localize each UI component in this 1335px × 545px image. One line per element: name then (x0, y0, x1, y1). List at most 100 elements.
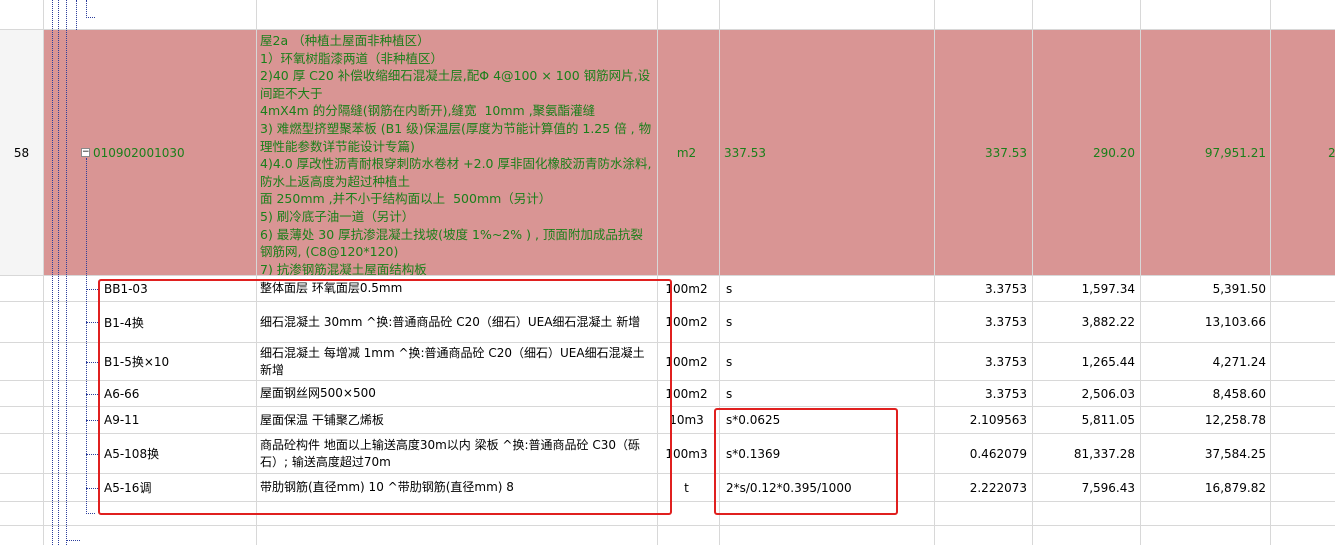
table-row-bottom-partial[interactable] (0, 526, 1335, 545)
price-cell[interactable]: 290.20 (1033, 30, 1141, 275)
last-cell (1271, 0, 1335, 29)
name-cell[interactable]: 带肋钢筋(直径mm) 10 ^带肋钢筋(直径mm) 8 (257, 474, 658, 501)
name-cell (257, 526, 658, 545)
unit-cell[interactable]: 100m2 (658, 276, 720, 301)
price-cell[interactable]: 1,597.34 (1033, 276, 1141, 301)
name-cell[interactable]: 整体面层 环氧面层0.5mm (257, 276, 658, 301)
quantity-cell[interactable]: 2.109563 (935, 407, 1033, 433)
price-cell[interactable]: 7,596.43 (1033, 474, 1141, 501)
item-name: 带肋钢筋(直径mm) 10 ^带肋钢筋(直径mm) 8 (260, 480, 514, 494)
table-row-parent[interactable]: 58 − 010902001030 屋2a （种植土屋面非种植区） 1）环氧树脂… (0, 30, 1335, 276)
row-index-cell (0, 474, 44, 501)
table-row[interactable]: A6-66 屋面钢丝网500×500 100m2 s 3.3753 2,506.… (0, 381, 1335, 407)
tree-cell: A6-66 (44, 381, 257, 406)
tree-cell[interactable]: − 010902001030 (44, 30, 257, 275)
expression-cell[interactable]: s (720, 276, 935, 301)
name-cell[interactable]: 商品砼构件 地面以上输送高度30m以内 梁板 ^换:普通商品砼 C30（砾石）;… (257, 434, 658, 473)
row-index-cell (0, 526, 44, 545)
item-code: A6-66 (104, 386, 140, 401)
tree-cell: B1-5换×10 (44, 343, 257, 380)
total-cell[interactable]: 37,584.25 (1141, 434, 1271, 473)
total-cell[interactable]: 16,879.82 (1141, 474, 1271, 501)
item-name: 整体面层 环氧面层0.5mm (260, 281, 403, 295)
item-code: B1-4换 (104, 315, 144, 330)
total-cell[interactable]: 5,391.50 (1141, 276, 1271, 301)
last-cell (1271, 381, 1335, 406)
description-cell[interactable]: 屋2a （种植土屋面非种植区） 1）环氧树脂漆两道（非种植区） 2)40 厚 C… (257, 30, 658, 275)
last-cell (1271, 302, 1335, 342)
row-index-cell (0, 302, 44, 342)
last-cell (1271, 434, 1335, 473)
expression-cell (720, 0, 935, 29)
unit-cell[interactable]: 100m3 (658, 434, 720, 473)
unit-cell[interactable]: 100m2 (658, 302, 720, 342)
quantity-cell[interactable]: 3.3753 (935, 302, 1033, 342)
item-code: BB1-03 (104, 281, 148, 296)
name-cell[interactable]: 屋面钢丝网500×500 (257, 381, 658, 406)
quantity-cell[interactable]: 337.53 (935, 30, 1033, 275)
quantity-cell (935, 526, 1033, 545)
table-row[interactable]: A9-11 屋面保温 干铺聚乙烯板 10m3 s*0.0625 2.109563… (0, 407, 1335, 434)
name-cell[interactable]: 细石混凝土 每增减 1mm ^换:普通商品砼 C20（细石）UEA细石混凝土 新… (257, 343, 658, 380)
name-cell[interactable]: 细石混凝土 30mm ^换:普通商品砼 C20（细石）UEA细石混凝土 新增 (257, 302, 658, 342)
total-cell (1141, 502, 1271, 525)
unit-cell[interactable]: m2 (658, 30, 720, 275)
table-row[interactable]: B1-5换×10 细石混凝土 每增减 1mm ^换:普通商品砼 C20（细石）U… (0, 343, 1335, 381)
table-row-empty[interactable] (0, 502, 1335, 526)
expression-cell[interactable]: s*0.1369 (720, 434, 935, 473)
expression-cell[interactable]: s (720, 302, 935, 342)
expression-cell[interactable]: s (720, 381, 935, 406)
table-row[interactable]: A5-108换 商品砼构件 地面以上输送高度30m以内 梁板 ^换:普通商品砼 … (0, 434, 1335, 474)
row-index-cell (0, 343, 44, 380)
expression-cell[interactable]: s*0.0625 (720, 407, 935, 433)
tree-cell: A5-16调 (44, 474, 257, 501)
total-cell[interactable]: 13,103.66 (1141, 302, 1271, 342)
table-row[interactable]: B1-4换 细石混凝土 30mm ^换:普通商品砼 C20（细石）UEA细石混凝… (0, 302, 1335, 343)
name-cell[interactable]: 屋面保温 干铺聚乙烯板 (257, 407, 658, 433)
tree-connector (76, 0, 77, 30)
last-cell (1271, 407, 1335, 433)
unit-cell[interactable]: 100m2 (658, 343, 720, 380)
item-code: B1-5换×10 (104, 355, 170, 369)
last-cell (1271, 474, 1335, 501)
quantity-cell[interactable]: 3.3753 (935, 381, 1033, 406)
total-cell[interactable]: 12,258.78 (1141, 407, 1271, 433)
price-cell[interactable]: 5,811.05 (1033, 407, 1141, 433)
quantity-cell[interactable]: 2.222073 (935, 474, 1033, 501)
tree-connector (86, 488, 100, 489)
quantity-cell[interactable]: 3.3753 (935, 343, 1033, 380)
total-cell[interactable]: 8,458.60 (1141, 381, 1271, 406)
name-cell (257, 0, 658, 29)
last-cell (1271, 276, 1335, 301)
collapse-icon[interactable]: − (81, 148, 90, 157)
tree-cell: B1-4换 (44, 302, 257, 342)
tree-cell: A5-108换 (44, 434, 257, 473)
tree-connector (86, 513, 95, 514)
table-row-top-partial[interactable] (0, 0, 1335, 30)
total-cell (1141, 526, 1271, 545)
quota-grid: 58 − 010902001030 屋2a （种植土屋面非种植区） 1）环氧树脂… (0, 0, 1335, 545)
unit-cell[interactable]: 10m3 (658, 407, 720, 433)
expression-cell[interactable]: s (720, 343, 935, 380)
tree-connector (58, 0, 59, 545)
unit-cell[interactable]: 100m2 (658, 381, 720, 406)
quantity-cell[interactable]: 3.3753 (935, 276, 1033, 301)
tree-connector (66, 0, 67, 545)
item-code: A9-11 (104, 413, 140, 427)
total-cell[interactable]: 4,271.24 (1141, 343, 1271, 380)
price-cell[interactable]: 3,882.22 (1033, 302, 1141, 342)
expression-cell[interactable]: 337.53 (720, 30, 935, 275)
table-row[interactable]: BB1-03 整体面层 环氧面层0.5mm 100m2 s 3.3753 1,5… (0, 276, 1335, 302)
unit-cell[interactable]: t (658, 474, 720, 501)
total-cell[interactable]: 97,951.21 (1141, 30, 1271, 275)
price-cell[interactable]: 81,337.28 (1033, 434, 1141, 473)
expression-cell[interactable]: 2*s/0.12*0.395/1000 (720, 474, 935, 501)
price-cell[interactable]: 1,265.44 (1033, 343, 1141, 380)
item-name: 屋面保温 干铺聚乙烯板 (260, 412, 384, 427)
row-index-cell (0, 407, 44, 433)
quantity-cell[interactable]: 0.462079 (935, 434, 1033, 473)
table-row[interactable]: A5-16调 带肋钢筋(直径mm) 10 ^带肋钢筋(直径mm) 8 t 2*s… (0, 474, 1335, 502)
tree-cell: A9-11 (44, 407, 257, 433)
price-cell[interactable]: 2,506.03 (1033, 381, 1141, 406)
item-name: 细石混凝土 每增减 1mm ^换:普通商品砼 C20（细石）UEA细石混凝土 新… (260, 345, 645, 377)
